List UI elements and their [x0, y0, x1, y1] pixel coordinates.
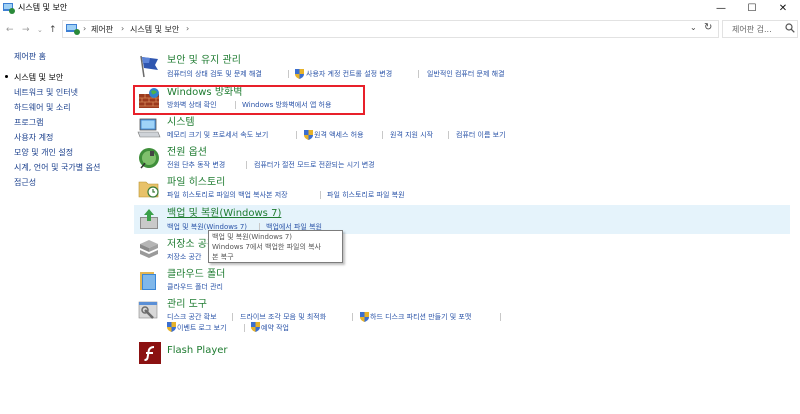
flash-player-icon: [139, 342, 161, 364]
storage-spaces-icon: [140, 240, 158, 258]
tooltip: 백업 및 복원(Windows 7) Windows 7에서 백업한 파일의 복…: [208, 230, 343, 263]
breadcrumb-control-panel[interactable]: 제어판: [91, 24, 113, 35]
link-review-status[interactable]: 컴퓨터의 상태 검토 및 문제 해결: [167, 69, 262, 79]
breadcrumb-separator: ›: [186, 24, 190, 33]
category-power-options[interactable]: 전원 옵션: [167, 146, 207, 159]
link-divider: [232, 313, 233, 321]
link-troubleshoot[interactable]: 일반적인 컴퓨터 문제 해결: [427, 69, 505, 79]
link-storage-spaces[interactable]: 저장소 공간: [167, 252, 201, 262]
breadcrumb-separator: ›: [121, 24, 125, 33]
sidebar-item-network[interactable]: 네트워크 및 인터넷: [14, 87, 78, 98]
breadcrumb-separator: ›: [83, 24, 87, 33]
link-sleep-timing[interactable]: 컴퓨터가 절전 모드로 전환되는 시기 변경: [254, 160, 375, 170]
tooltip-line: Windows 7에서 백업한 파일의 복사: [212, 243, 322, 251]
sidebar-item-accessibility[interactable]: 접근성: [14, 177, 36, 188]
category-cloud-folders[interactable]: 클라우드 폴더: [167, 268, 225, 281]
link-manage-cloud-folders[interactable]: 클라우드 폴더 관리: [167, 282, 223, 292]
category-file-history[interactable]: 파일 히스토리: [167, 176, 225, 189]
address-dropdown-button[interactable]: ⌄: [690, 23, 697, 32]
control-panel-icon: [3, 3, 15, 14]
link-ram-processor[interactable]: 메모리 크기 및 프로세서 속도 보기: [167, 130, 268, 140]
uac-shield-icon: [304, 130, 313, 140]
category-flash-player[interactable]: Flash Player: [167, 344, 228, 357]
link-divider: [288, 70, 289, 78]
link-divider: [296, 131, 297, 139]
link-divider: [448, 131, 449, 139]
link-divider: [418, 70, 419, 78]
search-icon[interactable]: [785, 23, 795, 33]
uac-shield-icon: [251, 322, 260, 332]
control-panel-icon: [66, 24, 80, 35]
link-remote-assistance[interactable]: 원격 지원 시작: [390, 130, 433, 140]
up-button[interactable]: ↑: [49, 24, 57, 36]
link-allow-remote-access[interactable]: 원격 액세스 허용: [314, 130, 364, 140]
power-options-icon: [139, 148, 159, 169]
link-divider: [500, 313, 501, 321]
refresh-button[interactable]: ↻: [704, 22, 712, 33]
close-button[interactable]: ✕: [768, 0, 798, 17]
backup-restore-icon: [140, 209, 158, 229]
link-scheduled-tasks[interactable]: 예약 작업: [261, 323, 289, 333]
file-history-icon: [138, 181, 159, 198]
breadcrumb-system-security[interactable]: 시스템 및 보안: [130, 24, 179, 35]
category-backup-restore[interactable]: 백업 및 복원(Windows 7): [167, 207, 281, 220]
uac-shield-icon: [295, 69, 304, 79]
tooltip-line: 본 복구: [212, 253, 234, 261]
sidebar-item-clock-region[interactable]: 시계, 언어 및 국가별 옵션: [14, 162, 100, 173]
link-event-logs[interactable]: 이벤트 로그 보기: [177, 323, 227, 333]
sidebar-item-control-panel-home[interactable]: 제어판 홈: [14, 51, 46, 62]
title-bar: 시스템 및 보안 — ☐ ✕: [0, 0, 800, 17]
uac-shield-icon: [360, 312, 369, 322]
sidebar-item-user-accounts[interactable]: 사용자 계정: [14, 132, 53, 143]
security-flag-icon: [140, 55, 158, 78]
link-divider: [244, 324, 245, 332]
link-file-history-restore[interactable]: 파일 히스토리로 파일 복원: [327, 190, 405, 200]
forward-button[interactable]: →: [22, 24, 30, 36]
sidebar-item-appearance[interactable]: 모양 및 개인 설정: [14, 147, 73, 158]
back-button[interactable]: ←: [6, 24, 14, 36]
link-divider: [246, 161, 247, 169]
link-divider: [320, 191, 321, 199]
red-highlight-annotation: [133, 85, 365, 115]
cloud-folder-icon: [140, 272, 156, 290]
link-computer-name[interactable]: 컴퓨터 이름 보기: [456, 130, 506, 140]
category-administrative-tools[interactable]: 관리 도구: [167, 298, 207, 311]
link-file-history-backup[interactable]: 파일 히스토리로 파일의 백업 복사본 저장: [167, 190, 288, 200]
current-page-bullet: [5, 75, 8, 78]
tooltip-line: 백업 및 복원(Windows 7): [212, 233, 293, 241]
link-free-disk-space[interactable]: 디스크 공간 확보: [167, 312, 217, 322]
sidebar-item-system-security[interactable]: 시스템 및 보안: [14, 72, 63, 83]
link-partition-format[interactable]: 하드 디스크 파티션 만들기 및 포맷: [370, 312, 471, 322]
category-security-maintenance[interactable]: 보안 및 유지 관리: [167, 54, 241, 67]
link-uac-settings[interactable]: 사용자 계정 컨트롤 설정 변경: [306, 69, 392, 79]
maximize-button[interactable]: ☐: [737, 0, 767, 17]
admin-tools-icon: [138, 301, 158, 319]
search-placeholder: 제어판 검...: [732, 25, 772, 34]
sidebar-item-programs[interactable]: 프로그램: [14, 117, 43, 128]
category-system[interactable]: 시스템: [167, 116, 195, 129]
system-computer-icon: [137, 118, 161, 138]
link-defragment[interactable]: 드라이브 조각 모음 및 최적화: [240, 312, 326, 322]
minimize-button[interactable]: —: [706, 0, 736, 17]
sidebar-item-hardware[interactable]: 하드웨어 및 소리: [14, 102, 71, 113]
link-power-button[interactable]: 전원 단추 동작 변경: [167, 160, 225, 170]
window-title: 시스템 및 보안: [18, 3, 68, 12]
link-divider: [382, 131, 383, 139]
uac-shield-icon: [167, 322, 176, 332]
link-divider: [352, 313, 353, 321]
recent-locations-button[interactable]: ⌄: [37, 24, 43, 36]
